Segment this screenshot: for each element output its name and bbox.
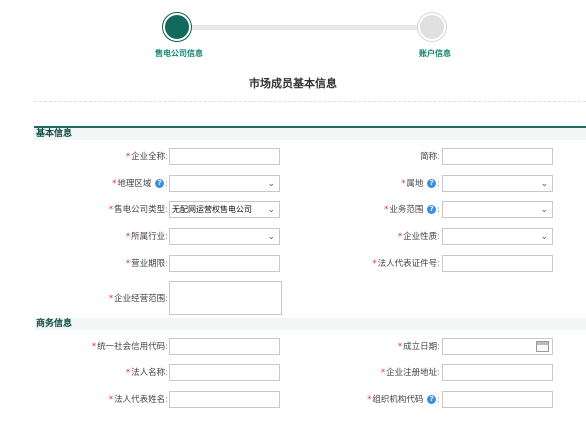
biz-scope-select[interactable]: ⌄ xyxy=(442,201,553,218)
reg-addr-input[interactable] xyxy=(442,364,553,381)
credit-code-label: *统一社会信用代码: xyxy=(91,342,168,352)
biz-scope-label: *业务范围 ?: xyxy=(384,205,440,215)
industry-label: *所属行业: xyxy=(125,232,168,242)
chevron-down-icon: ⌄ xyxy=(540,179,548,189)
chevron-down-icon: ⌄ xyxy=(267,205,275,215)
step-1-indicator xyxy=(163,13,191,41)
divider xyxy=(34,101,586,102)
step-2-label: 账户信息 xyxy=(419,49,451,58)
est-date-input[interactable] xyxy=(442,338,553,355)
help-icon[interactable]: ? xyxy=(427,395,437,404)
step-2-indicator xyxy=(418,13,446,41)
stepper-track xyxy=(176,25,431,30)
help-icon[interactable]: ? xyxy=(427,205,437,214)
legal-id-label: *法人代表证件号: xyxy=(372,259,440,269)
help-icon[interactable]: ? xyxy=(155,179,165,188)
section-basic-title: 基本信息 xyxy=(34,128,586,140)
chevron-down-icon: ⌄ xyxy=(540,205,548,215)
legal-id-input[interactable] xyxy=(442,255,553,272)
op-scope-label: *企业经营范围: xyxy=(108,294,168,304)
short-name-input[interactable] xyxy=(442,148,553,165)
org-code-label: *组织机构代码 ?: xyxy=(367,395,440,405)
full-name-label: *企业全称: xyxy=(125,152,168,162)
page-title: 市场成员基本信息 xyxy=(249,77,337,90)
section-business-title: 商务信息 xyxy=(34,318,586,330)
region-label: *地理区域 ?: xyxy=(112,179,168,189)
nature-label: *企业性质: xyxy=(397,232,440,242)
chevron-down-icon: ⌄ xyxy=(267,179,275,189)
region-select[interactable]: ⌄ xyxy=(169,175,280,192)
rep-name-label: *法人代表姓名: xyxy=(108,395,168,405)
help-icon[interactable]: ? xyxy=(427,179,437,188)
chevron-down-icon: ⌄ xyxy=(540,232,548,242)
rep-name-input[interactable] xyxy=(169,391,280,408)
credit-code-input[interactable] xyxy=(169,338,280,355)
industry-select[interactable]: ⌄ xyxy=(169,228,280,245)
short-name-label: 简称: xyxy=(420,152,440,162)
step-1-label: 售电公司信息 xyxy=(155,49,203,58)
est-date-label: *成立日期: xyxy=(397,342,440,352)
op-scope-textarea[interactable] xyxy=(169,281,282,315)
belong-label: *属地 ?: xyxy=(401,179,440,189)
term-input[interactable] xyxy=(169,255,280,272)
nature-select[interactable]: ⌄ xyxy=(442,228,553,245)
calendar-icon[interactable] xyxy=(536,341,549,352)
company-type-label: *售电公司类型: xyxy=(108,205,168,215)
org-code-input[interactable] xyxy=(442,391,553,408)
full-name-input[interactable] xyxy=(169,148,280,165)
company-type-select[interactable]: 无配网运营权售电公司 ⌄ xyxy=(169,201,280,218)
progress-stepper: 售电公司信息 账户信息 xyxy=(0,0,586,70)
legal-name-input[interactable] xyxy=(169,364,280,381)
term-label: *营业期限: xyxy=(125,259,168,269)
belong-select[interactable]: ⌄ xyxy=(442,175,553,192)
reg-addr-label: *企业注册地址: xyxy=(380,368,440,378)
legal-name-label: *法人名称: xyxy=(125,368,168,378)
chevron-down-icon: ⌄ xyxy=(267,232,275,242)
